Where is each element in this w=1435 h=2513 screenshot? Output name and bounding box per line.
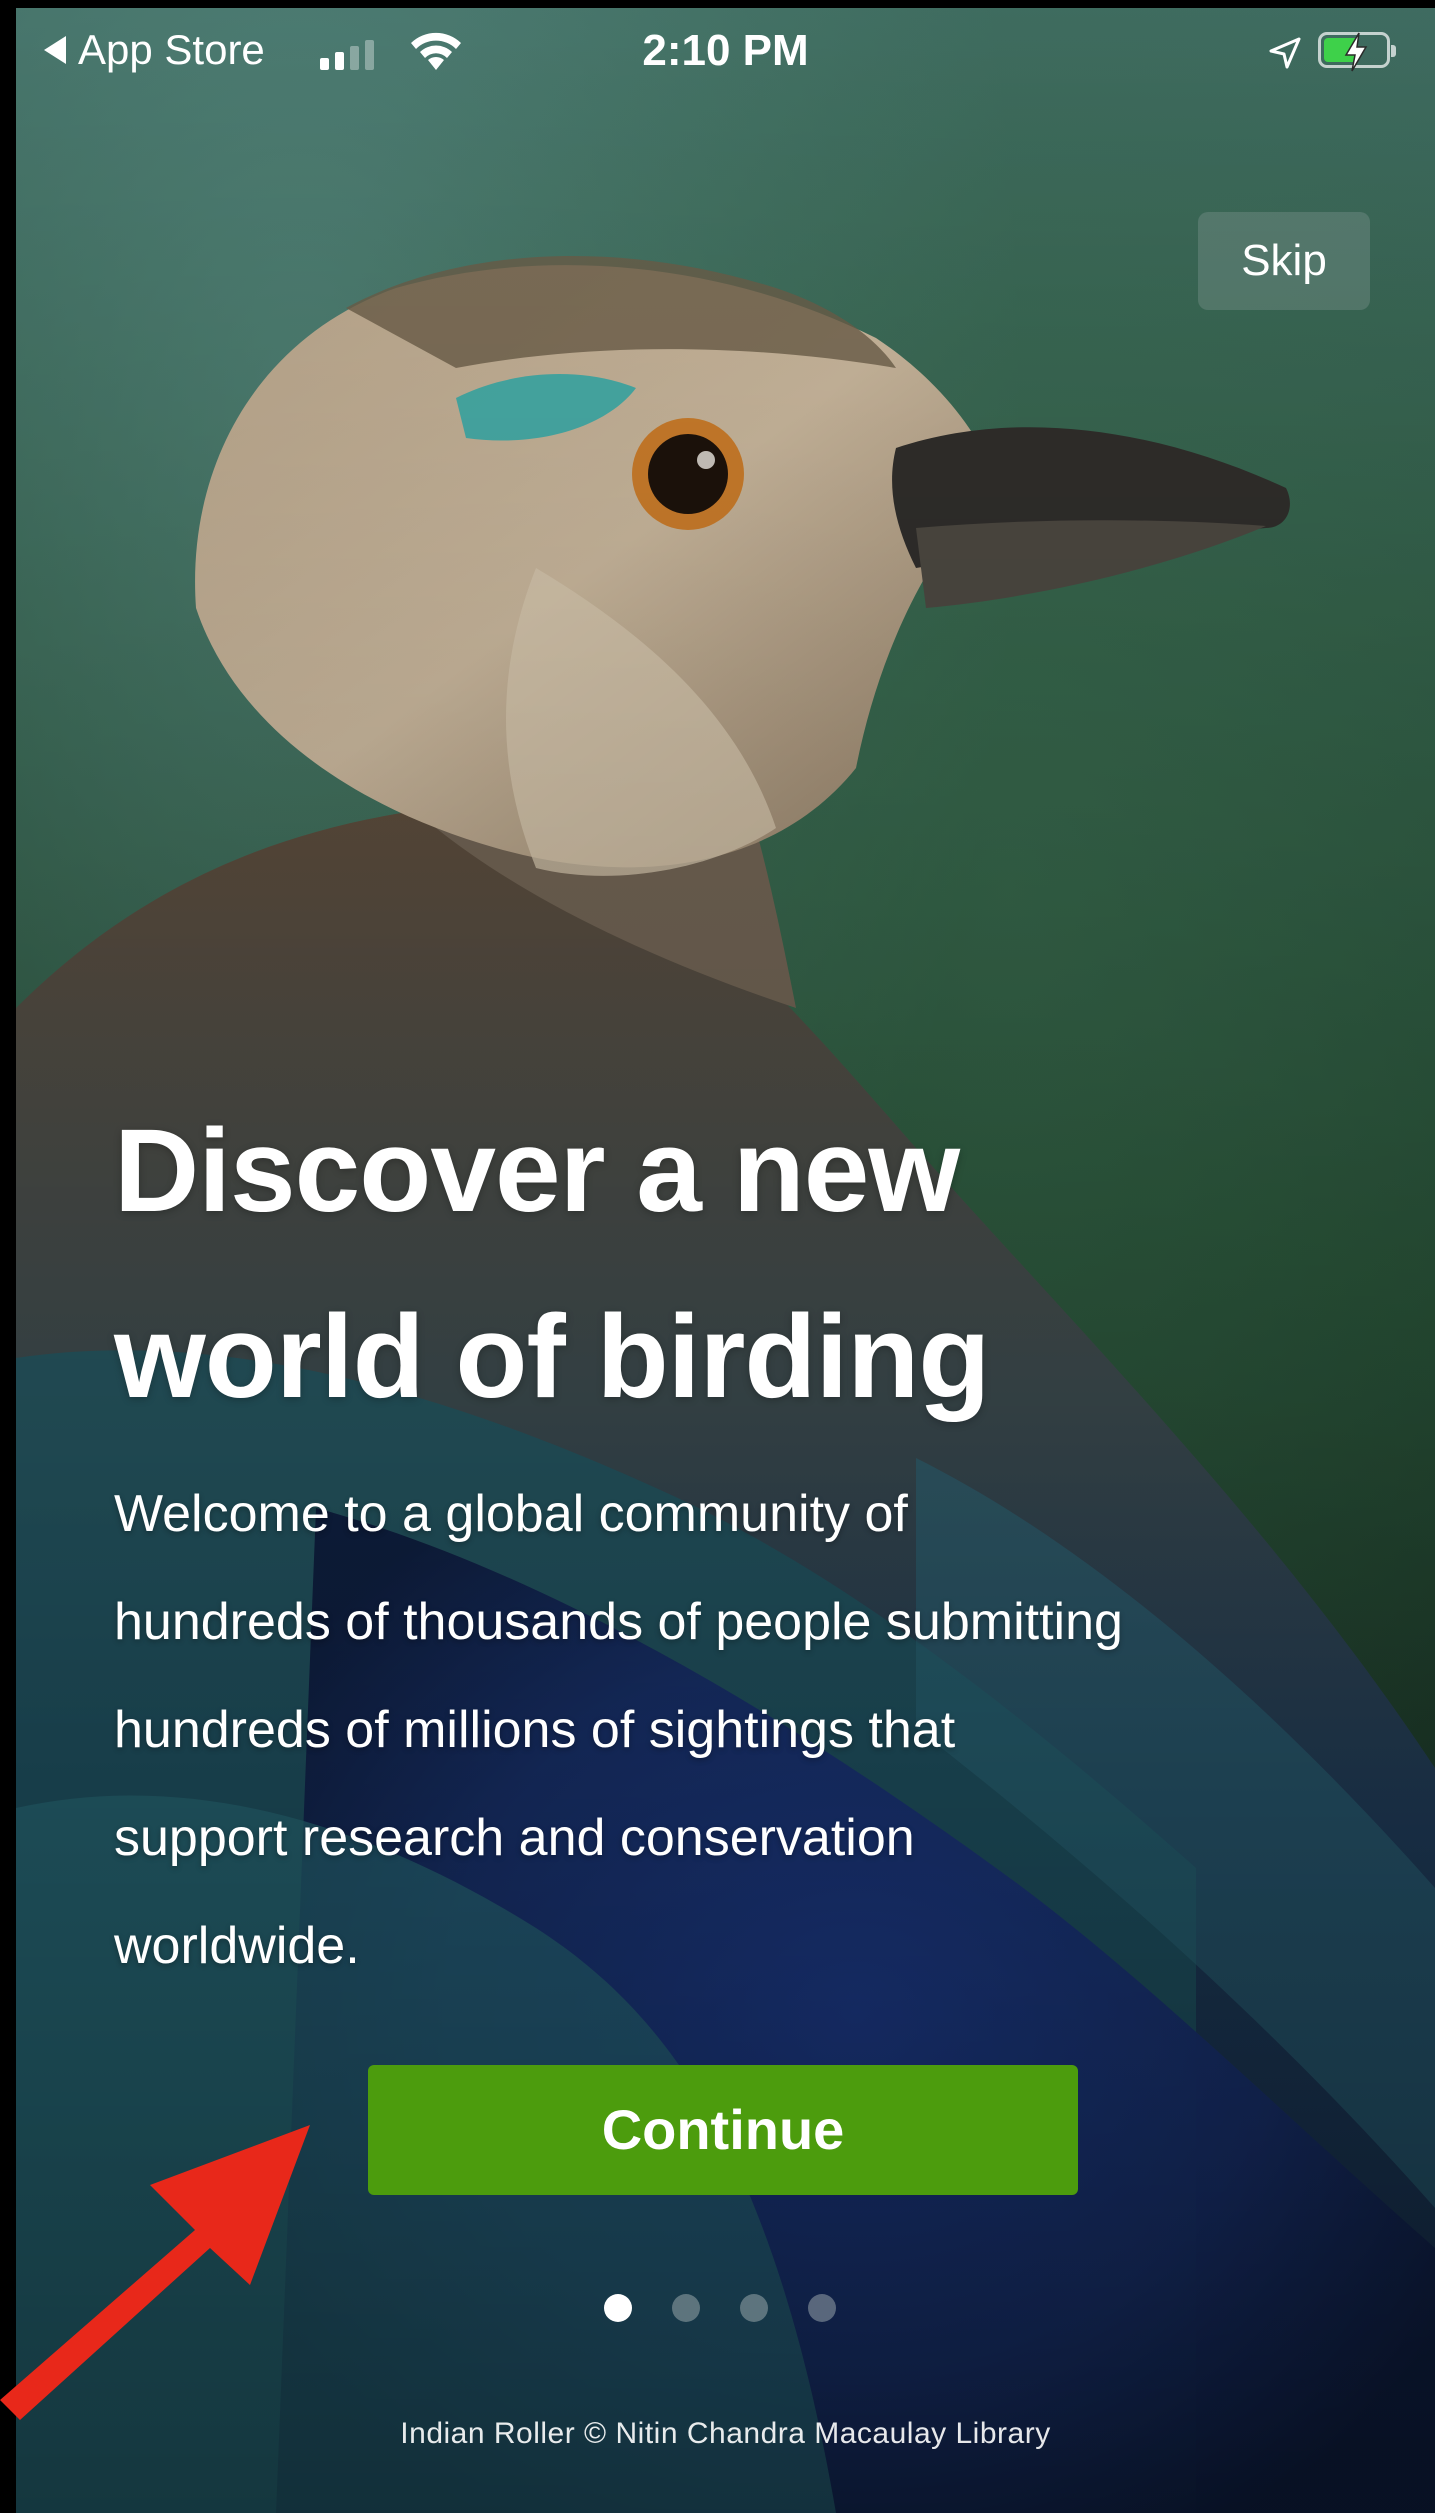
onboarding-description: Welcome to a global community of hundred… (114, 1460, 1384, 2000)
page-dot-3[interactable] (740, 2294, 768, 2322)
photo-credit: Indian Roller © Nitin Chandra Macaulay L… (400, 2417, 1051, 2450)
description-line: Welcome to a global community of (114, 1485, 908, 1543)
charging-bolt-icon (1344, 32, 1368, 72)
onboarding-headline: Discover a new world of birding (114, 1078, 1314, 1450)
battery-nub (1391, 45, 1396, 57)
description-line: support research and conservation (114, 1809, 915, 1867)
page-dot-2[interactable] (672, 2294, 700, 2322)
status-time: 2:10 PM (642, 26, 809, 75)
location-icon (1269, 37, 1301, 69)
page-dot-1[interactable] (604, 2294, 632, 2322)
page-indicator[interactable] (604, 2294, 836, 2322)
description-line: worldwide. (114, 1917, 360, 1975)
description-line: hundreds of thousands of people submitti… (114, 1593, 1123, 1651)
page-dot-4[interactable] (808, 2294, 836, 2322)
headline-line-2: world of birding (114, 1291, 990, 1423)
status-bar: App Store 2:10 PM (16, 8, 1435, 88)
annotation-arrow-icon (0, 2125, 310, 2420)
description-line: hundreds of millions of sightings that (114, 1701, 956, 1759)
skip-button[interactable]: Skip (1198, 212, 1370, 310)
headline-line-1: Discover a new (114, 1105, 960, 1237)
battery-icon (1318, 32, 1396, 72)
continue-button[interactable]: Continue (368, 2065, 1078, 2195)
